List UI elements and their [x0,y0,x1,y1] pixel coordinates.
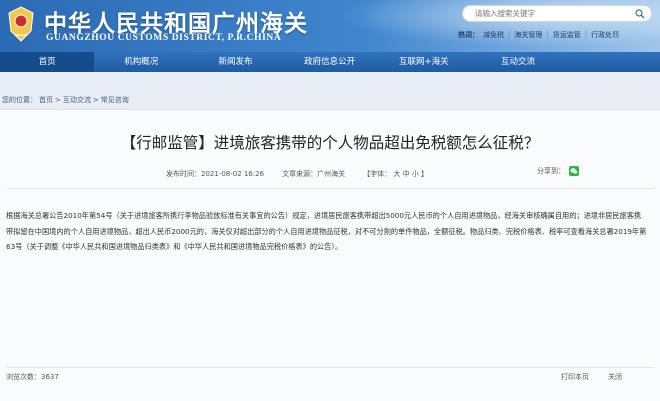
font-size-small[interactable]: 小 [412,170,419,178]
search-box[interactable] [462,5,652,22]
hot-keyword-link[interactable]: 减免税 [483,30,504,42]
article-title: 【行邮监管】进境旅客携带的个人物品超出免税额怎么征税？ [120,134,540,152]
breadcrumb: 您的位置： 首页 > 互动交流 > 常见咨询 [2,95,131,105]
close-button[interactable]: 关闭 [608,372,622,382]
meta-divider [6,188,654,189]
hot-keywords: 热词： 减免税 | 海关管理 | 货运监管 | 行政处罚 [458,30,619,42]
nav-item-gov-info[interactable]: 政府信息公开 [283,52,377,72]
breadcrumb-link-faq[interactable]: 常见咨询 [101,96,129,104]
print-page-button[interactable]: 打印本页 [561,372,589,382]
view-count-value: 3637 [41,373,59,381]
hot-keyword-separator: | [584,30,588,38]
source-value: 广州海关 [317,170,346,178]
search-icon[interactable] [635,9,645,19]
publish-date: 2021-08-02 16:26 [201,170,265,178]
share-bar: 分享到： [537,166,579,176]
view-count-label: 浏览次数： [6,373,41,381]
nav-item-internet-customs[interactable]: 互联网+海关 [377,52,471,72]
hot-keyword-link[interactable]: 海关管理 [514,30,542,42]
breadcrumb-link-interaction[interactable]: 互动交流 [63,96,91,104]
hot-keywords-label: 热词： [458,31,479,39]
nav-item-home[interactable]: 首页 [0,52,95,72]
nav-item-news[interactable]: 新闻发布 [188,52,282,72]
article-meta: 发布时间：2021-08-02 16:26 文章来源：广州海关 【字体： 大 中… [166,169,428,179]
breadcrumb-link-home[interactable]: 首页 [39,96,53,104]
nav-item-interaction[interactable]: 互动交流 [471,52,565,72]
font-size-end: 】 [421,170,429,178]
font-size-label: 【字体： [363,170,392,178]
hot-keyword-link[interactable]: 行政处罚 [591,30,619,42]
share-label: 分享到： [537,167,565,175]
wechat-icon[interactable] [569,166,579,176]
footer-divider [6,367,654,368]
font-size-medium[interactable]: 中 [403,170,410,178]
hot-keyword-separator: | [546,30,549,38]
site-header: 中华人民共和国广州海关 GUANGZHOU CUSTOMS DISTRICT, … [0,0,660,52]
nav-item-about[interactable]: 机构概况 [94,52,188,72]
main-nav: 首页 机构概况 新闻发布 政府信息公开 互联网+海关 互动交流 [0,52,660,72]
hot-keyword-separator: | [508,30,511,38]
customs-emblem-icon[interactable] [6,5,36,43]
breadcrumb-separator: > [92,96,99,104]
publish-date-label: 发布时间： [166,170,201,178]
view-count: 浏览次数：3637 [6,372,59,382]
breadcrumb-separator: > [55,96,61,104]
breadcrumb-prefix: 您的位置： [2,96,37,104]
source-label: 文章来源： [282,170,318,178]
article-body: 根据海关总署公告2010年第54号（关于进境旅客所携行李物品验放标准有关事宜的公… [6,211,647,251]
site-subtitle: GUANGZHOU CUSTOMS DISTRICT, P.R.CHINA [46,33,282,43]
font-size-large[interactable]: 大 [393,170,400,178]
search-input[interactable] [475,7,625,20]
hot-keyword-link[interactable]: 货运监管 [553,30,581,42]
